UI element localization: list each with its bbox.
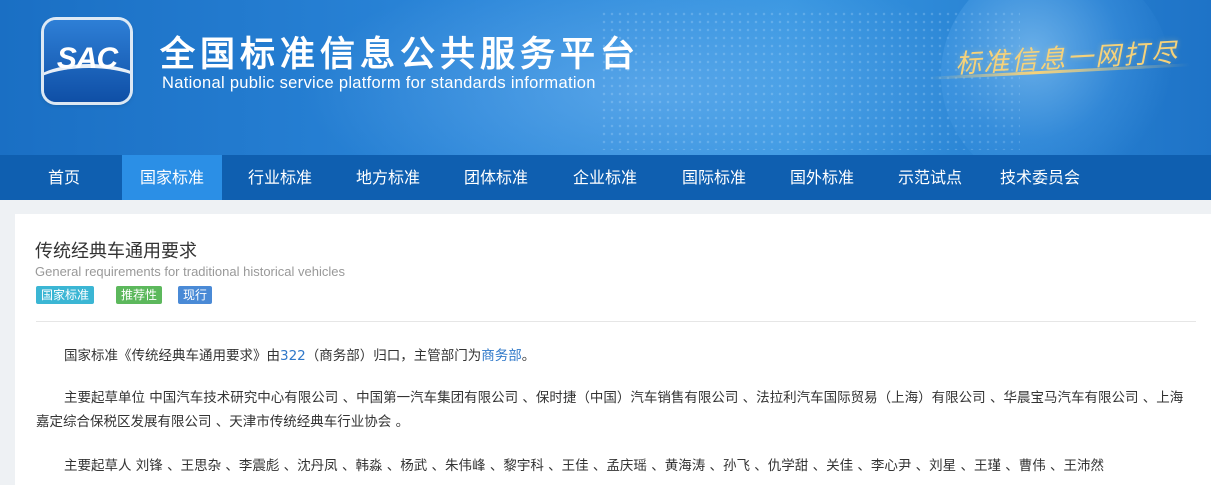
nav-item-technical-committees[interactable]: 技术委员会 [988, 155, 1092, 200]
nav-item-pilot-demos[interactable]: 示范试点 [880, 155, 980, 200]
nav-item-home[interactable]: 首页 [30, 155, 98, 200]
nav-item-industry-standards[interactable]: 行业标准 [230, 155, 330, 200]
nav-item-group-standards[interactable]: 团体标准 [446, 155, 546, 200]
ownership-prefix: 国家标准《传统经典车通用要求》由 [64, 348, 280, 364]
department-link[interactable]: 商务部 [481, 348, 522, 364]
sac-logo[interactable]: SAC [44, 20, 130, 102]
ownership-paragraph: 国家标准《传统经典车通用要求》由322（商务部）归口，主管部门为商务部。 [64, 344, 535, 368]
tag-national-standard: 国家标准 [36, 286, 95, 304]
main-nav: 首页 国家标准 行业标准 地方标准 团体标准 企业标准 国际标准 国外标准 示范… [0, 155, 1211, 200]
nav-item-enterprise-standards[interactable]: 企业标准 [555, 155, 655, 200]
nav-item-foreign-standards[interactable]: 国外标准 [772, 155, 872, 200]
ownership-middle: （商务部）归口，主管部门为 [305, 348, 482, 364]
tag-current: 现行 [178, 286, 213, 304]
tag-recommended: 推荐性 [116, 286, 163, 304]
committee-link[interactable]: 322 [280, 348, 306, 364]
drafting-units-paragraph: 主要起草单位 中国汽车技术研究中心有限公司 、中国第一汽车集团有限公司 、保时捷… [36, 390, 1184, 430]
site-title: 全国标准信息公共服务平台 [160, 35, 641, 75]
ownership-suffix: 。 [521, 348, 536, 364]
standard-title-english: General requirements for traditional his… [35, 264, 345, 279]
standard-title: 传统经典车通用要求 [35, 241, 197, 262]
nav-item-international-standards[interactable]: 国际标准 [664, 155, 764, 200]
nav-item-national-standards[interactable]: 国家标准 [122, 155, 222, 200]
drafters-paragraph: 主要起草人 刘锋 、王思杂 、李震彪 、沈丹凤 、韩淼 、杨武 、朱伟峰 、黎宇… [64, 458, 1105, 474]
logo-text: SAC [56, 42, 118, 75]
site-subtitle: National public service platform for sta… [162, 74, 596, 92]
divider [36, 321, 1196, 322]
nav-item-local-standards[interactable]: 地方标准 [338, 155, 438, 200]
